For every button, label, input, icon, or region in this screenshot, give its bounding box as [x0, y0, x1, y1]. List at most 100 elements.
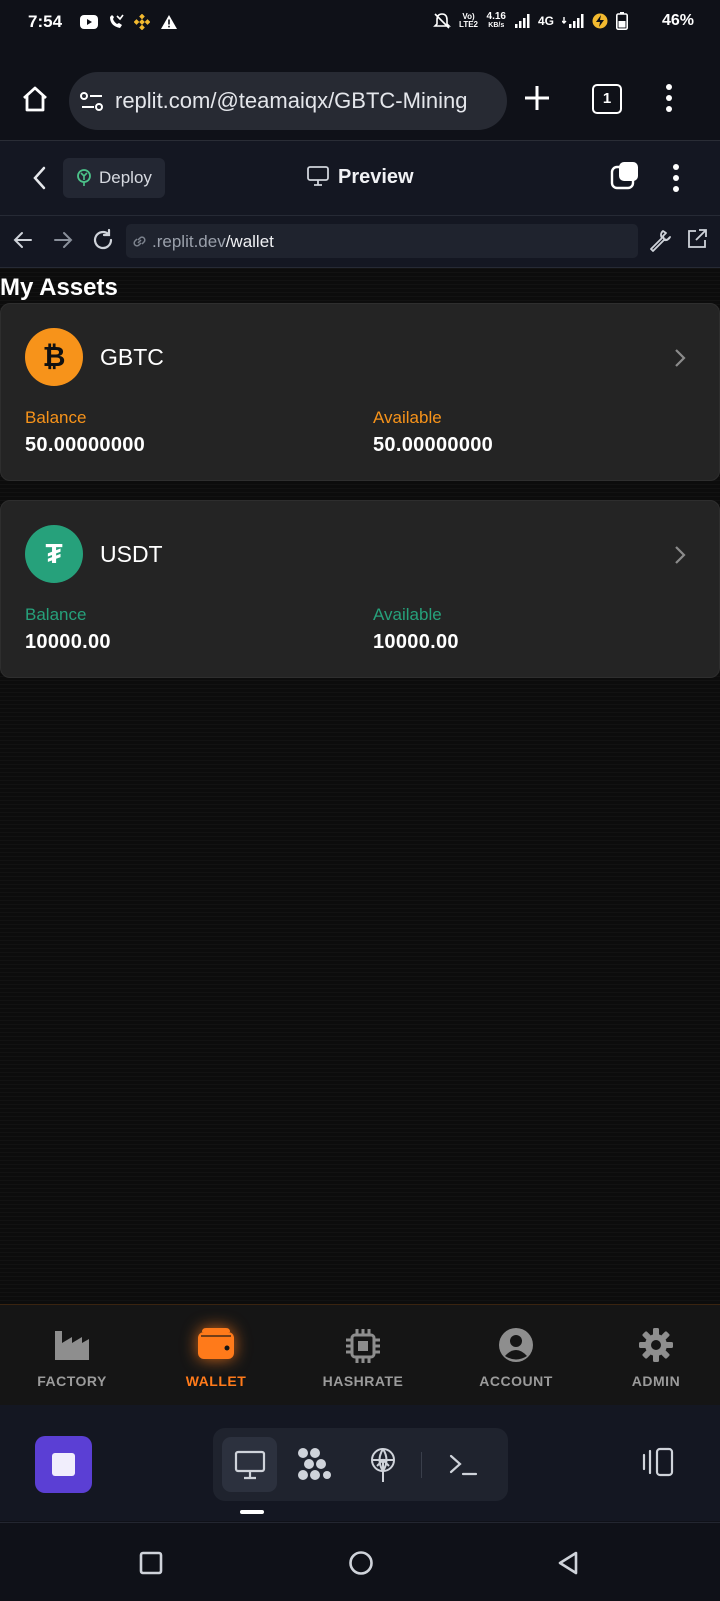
- browser-menu-button[interactable]: [664, 83, 674, 113]
- monitor-icon: [307, 166, 329, 186]
- balance-label: Balance: [25, 605, 87, 624]
- deploy-tool-button[interactable]: [368, 1447, 398, 1483]
- battery-percent: 46%: [661, 12, 694, 29]
- binance-icon: [134, 14, 150, 30]
- stop-icon: [52, 1453, 75, 1476]
- monitor-icon: [234, 1450, 266, 1480]
- active-tool-indicator: [240, 1510, 264, 1514]
- wrench-icon: [650, 230, 671, 252]
- missed-call-icon: [110, 14, 124, 28]
- site-settings-icon[interactable]: [80, 91, 104, 113]
- webview-back-button[interactable]: [12, 229, 34, 251]
- circle-icon: [349, 1551, 373, 1575]
- tool-switcher: [213, 1428, 508, 1501]
- status-notification-icons: [80, 14, 178, 30]
- external-link-icon: [688, 229, 707, 248]
- shell-tool-button[interactable]: [448, 1452, 478, 1478]
- tab-switcher-button[interactable]: 1: [592, 84, 622, 114]
- split-layout-icon: [642, 1447, 674, 1477]
- gear-icon: [639, 1328, 673, 1362]
- asset-symbol: GBTC: [100, 344, 164, 370]
- status-system-icons: Vo) LTE2 4.16 KB/s 4G: [432, 11, 628, 30]
- preview-tool-button[interactable]: [222, 1437, 277, 1492]
- chevron-right-icon: [675, 349, 686, 367]
- available-label: Available: [373, 408, 442, 427]
- tab-label: ADMIN: [631, 1373, 681, 1389]
- available-label: Available: [373, 605, 442, 624]
- bitcoin-icon: ₿: [25, 328, 83, 386]
- recents-button[interactable]: [139, 1551, 163, 1575]
- asset-card-gbtc[interactable]: ₿ GBTC Balance 50.00000000 Available 50.…: [0, 303, 720, 481]
- deploy-label: Deploy: [99, 168, 152, 187]
- tether-icon: ₮: [25, 525, 83, 583]
- youtube-icon: [80, 15, 98, 29]
- tab-label: FACTORY: [37, 1373, 107, 1389]
- tab-wallet[interactable]: WALLET: [146, 1305, 286, 1405]
- webview-url-bar[interactable]: .replit.dev/wallet: [126, 224, 638, 258]
- plus-icon: [525, 86, 549, 110]
- stop-button[interactable]: [35, 1436, 92, 1493]
- arrow-right-icon: [54, 232, 73, 248]
- balance-value: 50.00000000: [25, 434, 146, 456]
- chevron-right-icon: [675, 546, 686, 564]
- tab-label: HASHRATE: [322, 1373, 404, 1389]
- status-time: 7:54: [28, 12, 63, 31]
- refresh-icon: [93, 228, 113, 250]
- tab-account[interactable]: ACCOUNT: [446, 1305, 586, 1405]
- preview-title: Preview: [338, 166, 414, 188]
- address-bar-url: replit.com/@teamaiqx/GBTC-Mining: [115, 88, 468, 113]
- deploy-icon: [371, 1448, 395, 1482]
- page-title: My Assets: [0, 274, 118, 301]
- back-button[interactable]: [30, 165, 50, 191]
- terminal-icon: [449, 1454, 478, 1476]
- deploy-button[interactable]: Deploy: [63, 158, 165, 198]
- wallet-page: My Assets ₿ GBTC Balance 50.00000000 Ava…: [0, 268, 720, 1305]
- signal-2-icon: [562, 14, 584, 28]
- warning-icon: [161, 15, 177, 29]
- system-back-button[interactable]: [556, 1550, 580, 1576]
- layout-toggle-button[interactable]: [641, 1447, 675, 1477]
- replit-header: Deploy Preview: [0, 141, 720, 216]
- battery-icon: [616, 12, 628, 30]
- available-value: 50.00000000: [373, 434, 494, 456]
- webview-forward-button[interactable]: [52, 229, 74, 251]
- square-icon: [139, 1551, 163, 1575]
- address-bar[interactable]: replit.com/@teamaiqx/GBTC-Mining: [69, 72, 507, 130]
- mute-bell-icon: [432, 13, 451, 29]
- volte-indicator: Vo) LTE2: [459, 12, 478, 29]
- agent-icon: [298, 1448, 331, 1480]
- pane-menu-button[interactable]: [671, 163, 681, 193]
- chevron-left-icon: [33, 166, 46, 190]
- net-speed-indicator: 4.16 KB/s: [486, 11, 506, 30]
- triangle-back-icon: [558, 1551, 578, 1575]
- tabs-icon: [610, 162, 638, 190]
- bottom-tab-bar: FACTORY WALLET HASHRATE ACCOUNT ADMIN: [0, 1304, 720, 1405]
- tab-hashrate[interactable]: HASHRATE: [293, 1305, 433, 1405]
- replit-bottom-toolbar: [0, 1405, 720, 1521]
- more-vertical-icon: [666, 84, 672, 112]
- home-icon: [23, 86, 47, 112]
- home-button[interactable]: [20, 84, 50, 114]
- open-external-button[interactable]: [686, 228, 708, 250]
- system-home-button[interactable]: [348, 1550, 374, 1576]
- available-value: 10000.00: [373, 631, 459, 653]
- balance-value: 10000.00: [25, 631, 111, 653]
- browser-toolbar: replit.com/@teamaiqx/GBTC-Mining 1: [0, 46, 720, 141]
- tab-label: ACCOUNT: [479, 1373, 553, 1389]
- balance-label: Balance: [25, 408, 87, 427]
- network-type: 4G: [537, 14, 554, 28]
- webview-nav: .replit.dev/wallet: [0, 216, 720, 268]
- webview-reload-button[interactable]: [91, 228, 115, 252]
- agent-tool-button[interactable]: [297, 1447, 333, 1483]
- power-saver-icon: [592, 13, 608, 29]
- new-tab-pane-button[interactable]: [610, 161, 640, 191]
- tab-admin[interactable]: ADMIN: [586, 1305, 720, 1405]
- new-tab-button[interactable]: [524, 85, 550, 111]
- link-icon: [133, 236, 146, 247]
- wallet-icon: [198, 1328, 234, 1359]
- tab-factory[interactable]: FACTORY: [2, 1305, 142, 1405]
- asset-card-usdt[interactable]: ₮ USDT Balance 10000.00 Available 10000.…: [0, 500, 720, 678]
- devtools-button[interactable]: [648, 228, 672, 252]
- signal-icon: [514, 14, 530, 28]
- cpu-chip-icon: [346, 1329, 380, 1363]
